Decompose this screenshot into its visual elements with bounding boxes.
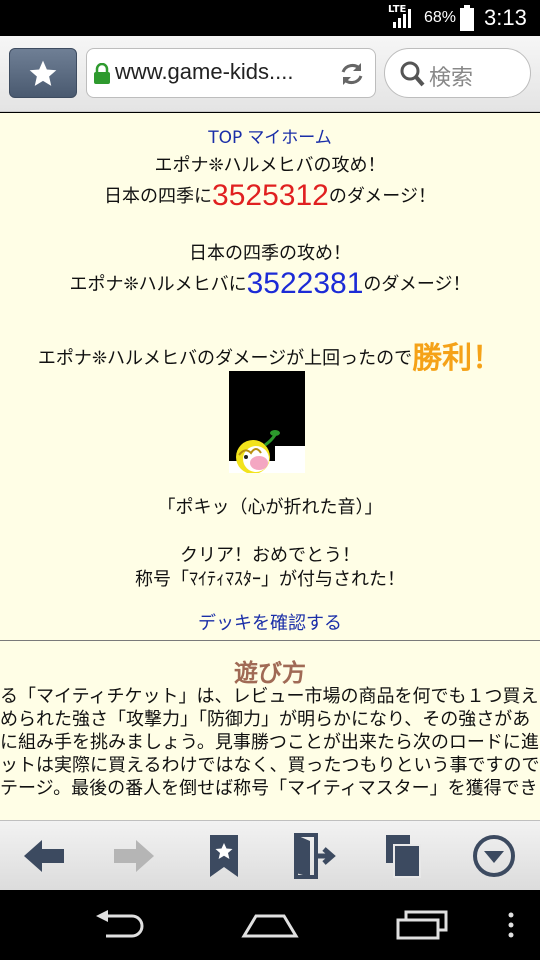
page-content: TOP マイホーム エポナ❊ハルメヒバの攻め！ 日本の四季に3525312のダメ… (0, 113, 540, 820)
status-bar: LTE 68% 3:13 (0, 0, 540, 36)
clear-message: クリア！おめでとう！ (180, 545, 360, 566)
back-icon[interactable] (92, 910, 148, 940)
overflow-menu-icon[interactable] (506, 910, 516, 940)
search-placeholder: 検索 (429, 66, 474, 91)
attack2-prefix: エポナ❊ハルメヒバに (69, 274, 247, 295)
forward-arrow-icon[interactable] (110, 833, 158, 879)
top-link[interactable]: TOP (208, 128, 242, 148)
quote-text: 「ポキッ（心が折れた音）」 (157, 497, 383, 518)
result-prefix: エポナ❊ハルメヒバのダメージが上回ったので (37, 348, 413, 369)
title-awarded-message: 称号「ﾏｲﾃｨﾏｽﾀｰ」が付与された！ (135, 569, 405, 590)
rules-line: ットは実際に買えるわけではなく、買ったつもりという事ですので注 (0, 755, 540, 776)
attack2-suffix: のダメージ！ (363, 274, 471, 295)
star-icon (29, 60, 57, 86)
bookmarks-icon[interactable] (200, 833, 248, 879)
tabs-icon[interactable] (380, 833, 428, 879)
clock: 3:13 (484, 5, 527, 30)
address-bar[interactable]: www.game-kids.... (86, 48, 376, 98)
rules-line: テージ。最後の番人を倒せば称号「マイティマスター」を獲得でき (0, 778, 538, 799)
attack1-result: 日本の四季に3525312のダメージ！ (0, 179, 540, 213)
myhome-link[interactable]: マイホーム (247, 128, 332, 148)
top-nav: TOP マイホーム (0, 123, 540, 148)
broken-heart-picture (229, 371, 305, 473)
attack2-result: エポナ❊ハルメヒバに3522381のダメージ！ (0, 267, 540, 301)
rules-paragraph: る「マイティチケット」は、レビュー市場の商品を何でも１つ買え められた強さ「攻撃… (0, 685, 540, 800)
home-icon[interactable] (240, 910, 300, 940)
rules-line: る「マイティチケット」は、レビュー市場の商品を何でも１つ買え (0, 686, 539, 707)
exit-door-icon[interactable] (290, 833, 338, 879)
menu-chevron-icon[interactable] (470, 833, 518, 879)
howto-heading: 遊び方 (234, 659, 306, 687)
attack1-heading: エポナ❊ハルメヒバの攻め！ (154, 155, 386, 176)
back-arrow-icon[interactable] (20, 833, 68, 879)
check-deck-link[interactable]: デッキを確認する (198, 613, 342, 634)
browser-toolbar: www.game-kids.... 検索 (0, 36, 540, 112)
rules-line: に組み手を挑みましょう。見事勝つことが出来たら次のロードに進 (0, 732, 539, 753)
signal-icon (393, 9, 411, 28)
attack1-suffix: のダメージ！ (328, 186, 436, 207)
bookmark-star-button[interactable] (9, 48, 77, 98)
url-text: www.game-kids.... (115, 59, 294, 84)
system-nav-bar (0, 890, 540, 960)
attack2-heading: 日本の四季の攻め！ (189, 243, 351, 264)
browser-bottom-bar (0, 820, 540, 890)
battery-percent: 68% (424, 9, 457, 26)
battery-icon (460, 5, 474, 31)
deck-link-row: デッキを確認する (0, 609, 540, 635)
section-divider (0, 640, 540, 641)
rules-line: められた強さ「攻撃力」「防御力」が明らかになり、その強さがあ (0, 709, 531, 730)
search-icon (400, 61, 425, 87)
reload-icon[interactable] (337, 59, 367, 89)
attack1-prefix: 日本の四季に (104, 186, 213, 207)
attack1-damage: 3525312 (212, 179, 329, 212)
victory-text: 勝利！ (412, 341, 503, 376)
search-input[interactable]: 検索 (384, 48, 531, 98)
recent-apps-icon[interactable] (394, 910, 450, 940)
attack2-damage: 3522381 (246, 267, 364, 300)
lock-icon (94, 63, 110, 84)
